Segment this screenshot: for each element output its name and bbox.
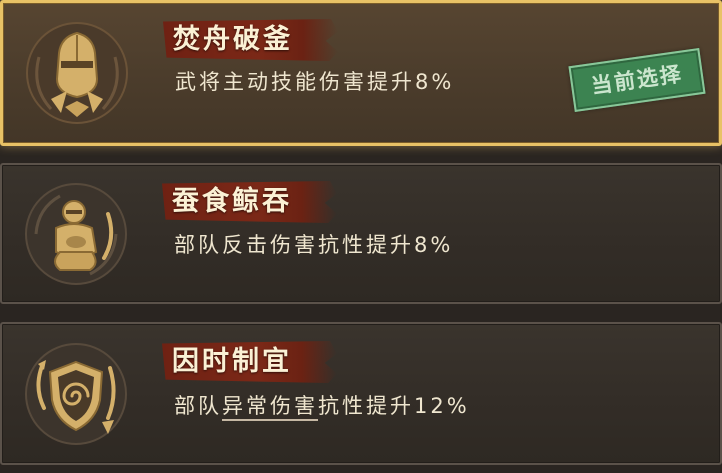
card-description: 武将主动技能伤害提升8% bbox=[175, 70, 455, 94]
tactic-card-yinshizhiyi[interactable]: 因时制宜 部队异常伤害抗性提升12% bbox=[0, 322, 722, 465]
card-title: 因时制宜 bbox=[172, 346, 292, 377]
spiral-shield-icon bbox=[20, 338, 132, 450]
armored-helmet-icon bbox=[21, 17, 133, 129]
card-title: 焚舟破釜 bbox=[173, 24, 293, 55]
desc-prefix: 部队 bbox=[174, 394, 222, 418]
abnormal-damage-link[interactable]: 异常伤害 bbox=[222, 394, 318, 418]
tactic-card-fenzhoupofu[interactable]: 焚舟破釜 武将主动技能伤害提升8% 当前选择 bbox=[0, 0, 722, 146]
kneeling-warrior-icon bbox=[20, 178, 132, 290]
card-description: 部队反击伤害抗性提升8% bbox=[174, 233, 454, 257]
desc-suffix: 抗性提升12% bbox=[318, 394, 470, 418]
card-title: 蚕食鲸吞 bbox=[172, 186, 292, 217]
current-selection-badge: 当前选择 bbox=[568, 48, 706, 112]
card-description: 部队异常伤害抗性提升12% bbox=[174, 390, 470, 420]
tactic-card-canshijingtun[interactable]: 蚕食鲸吞 部队反击伤害抗性提升8% bbox=[0, 163, 722, 304]
